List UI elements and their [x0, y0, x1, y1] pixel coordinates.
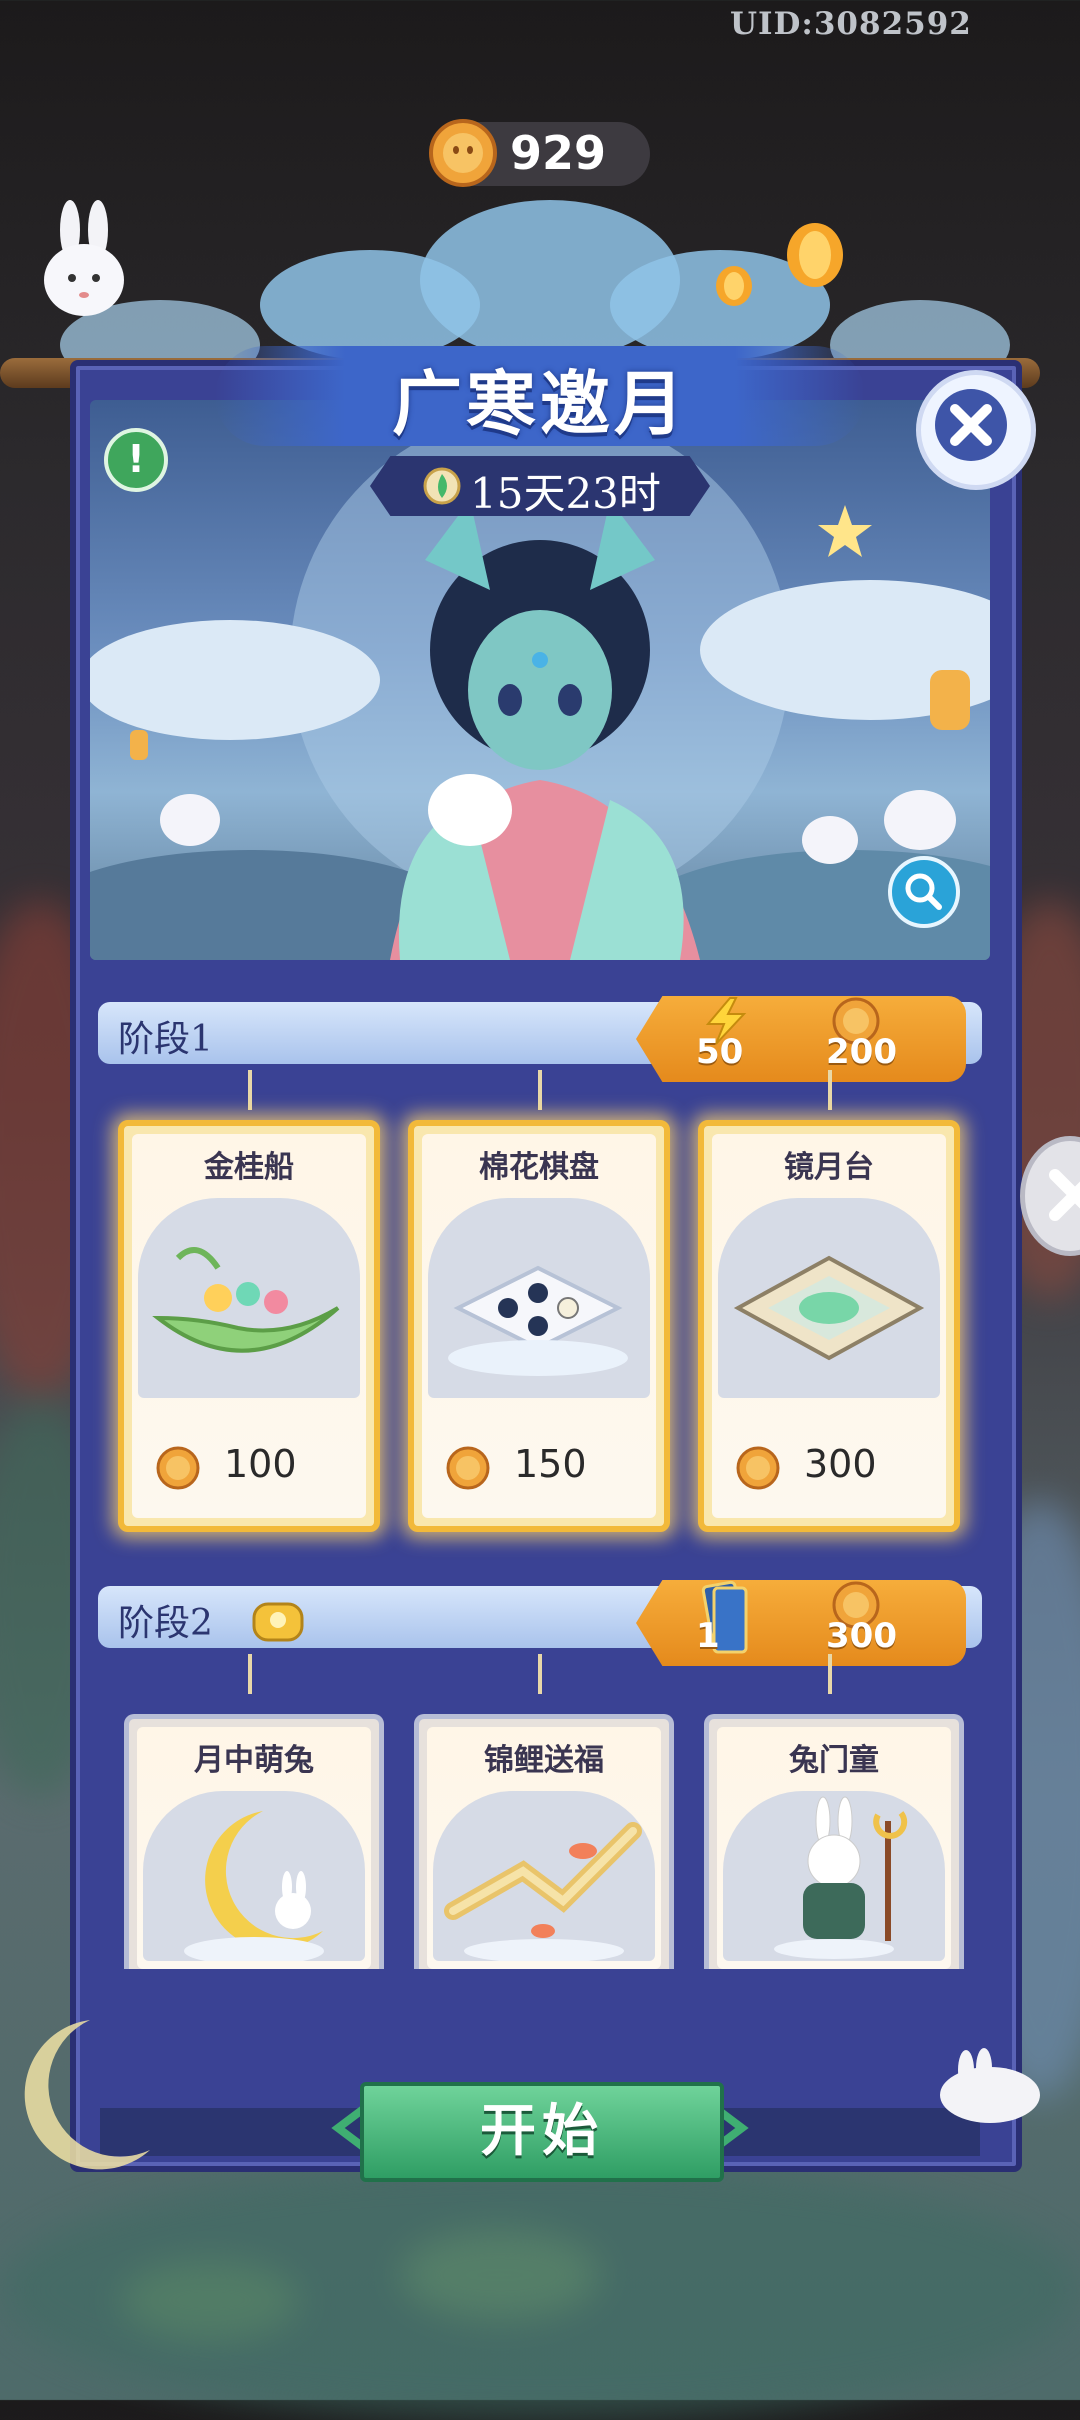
close-icon	[1049, 1169, 1080, 1221]
lantern-decoration	[712, 258, 756, 318]
item-name: 镜月台	[784, 1150, 874, 1185]
item-card-moon-rabbit[interactable]: 月中萌兔	[124, 1714, 384, 1969]
timer-text: 15天23时	[470, 469, 661, 518]
mooncake-coin-icon	[154, 1444, 202, 1496]
item-card-cotton-chessboard[interactable]: 棉花棋盘 150	[408, 1120, 670, 1532]
item-name: 棉花棋盘	[479, 1150, 599, 1185]
crescent-moon-decoration	[0, 2010, 160, 2184]
stage-2-reward-coins: 300	[826, 1616, 897, 1656]
item-price: 300	[704, 1438, 954, 1498]
rabbit-decoration	[930, 2040, 1050, 2134]
stage-1-reward-energy: 50	[696, 1032, 744, 1072]
timer-icon	[422, 466, 462, 510]
hanger	[828, 1654, 832, 1694]
hanger	[538, 1654, 542, 1694]
info-icon[interactable]: !	[104, 428, 168, 492]
item-name: 兔门童	[789, 1743, 879, 1778]
item-image	[143, 1791, 365, 1965]
hanger	[248, 1654, 252, 1694]
item-price-value: 100	[224, 1442, 297, 1486]
item-image	[138, 1198, 360, 1398]
uid-label: UID:3082592	[730, 6, 972, 42]
event-timer: 15天23时	[370, 456, 710, 516]
coin-balance: 929	[429, 119, 650, 187]
item-card-rabbit-doorkeeper[interactable]: 兔门童	[704, 1714, 964, 1969]
item-image	[723, 1791, 945, 1961]
item-price: 150	[414, 1438, 664, 1498]
stage-1-reward-coins: 200	[826, 1032, 897, 1072]
hanger	[248, 1070, 252, 1110]
mooncake-coin-icon	[444, 1444, 492, 1496]
item-name: 月中萌兔	[194, 1743, 314, 1778]
stage-1-label: 阶段1	[118, 1019, 213, 1060]
event-title: 广寒邀月	[392, 362, 688, 445]
lantern-decoration	[780, 210, 850, 304]
item-card-mirror-moon-platform[interactable]: 镜月台 300	[698, 1120, 960, 1532]
stage-2-rewards[interactable]: 1 300	[636, 1580, 966, 1666]
magnify-button[interactable]	[888, 856, 960, 928]
side-close-button[interactable]	[1020, 1136, 1080, 1256]
stage-1-rewards[interactable]: 50 200	[636, 996, 966, 1082]
stage-2-label: 阶段2	[118, 1603, 213, 1644]
item-name: 锦鲤送福	[484, 1743, 604, 1778]
stage-2-reward-tickets: 1	[696, 1616, 720, 1656]
start-button[interactable]: 开始	[360, 2082, 724, 2182]
hanger	[538, 1070, 542, 1110]
item-image	[428, 1198, 650, 1398]
item-image	[433, 1791, 655, 1963]
item-price-value: 150	[514, 1442, 587, 1486]
item-price-value: 300	[804, 1442, 877, 1486]
close-icon	[935, 389, 1007, 461]
item-price: 100	[124, 1438, 374, 1498]
rabbit-decoration	[30, 200, 140, 344]
magnify-icon	[905, 873, 942, 910]
hanger	[828, 1070, 832, 1110]
item-image	[718, 1198, 940, 1398]
mooncake-coin-icon	[426, 116, 500, 190]
item-name: 金桂船	[204, 1150, 294, 1185]
mooncake-coin-icon	[734, 1444, 782, 1496]
item-card-gold-osmanthus-boat[interactable]: 金桂船 100	[118, 1120, 380, 1532]
item-card-koi-blessing[interactable]: 锦鲤送福	[414, 1714, 674, 1969]
treasure-bag-icon	[248, 1592, 308, 1648]
close-button[interactable]	[916, 370, 1036, 490]
coin-balance-value: 929	[510, 126, 607, 180]
